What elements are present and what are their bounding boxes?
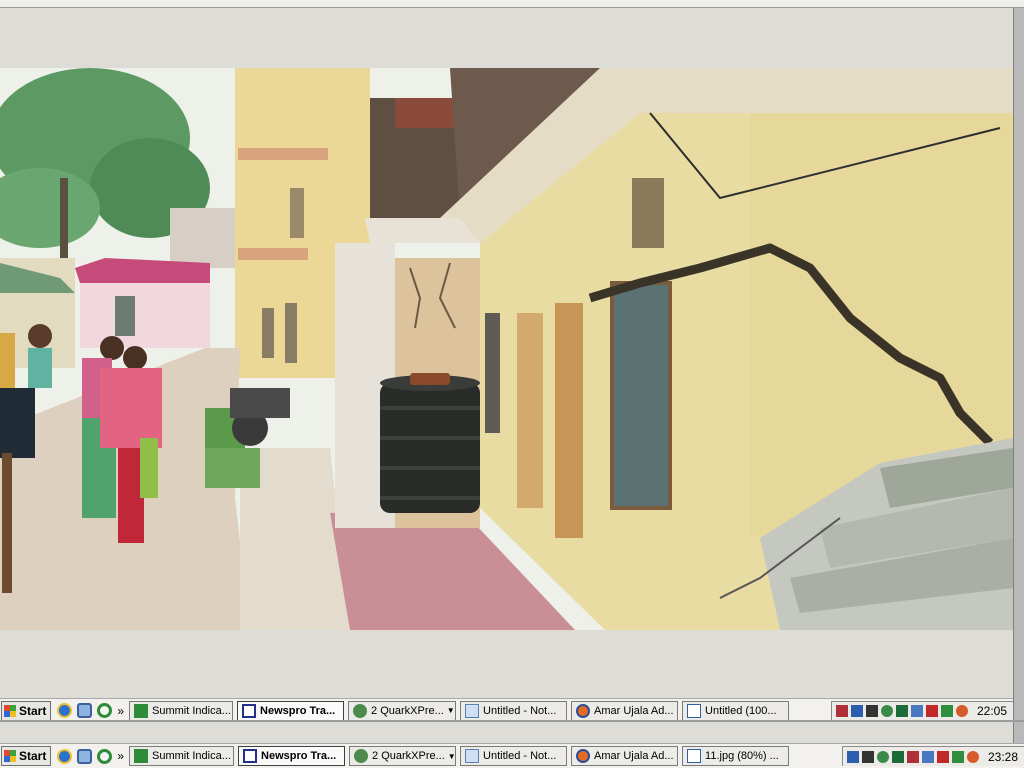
windows-logo-icon [4, 704, 16, 717]
firefox-icon [576, 749, 591, 763]
monitor-icon[interactable] [910, 705, 923, 717]
task-button-amar-ujala[interactable]: Amar Ujala Ad... [571, 700, 679, 721]
task-label: Summit Indica... [152, 704, 231, 717]
font-icon[interactable] [925, 705, 938, 717]
task-label: Newspro Tra... [260, 704, 336, 717]
windows-logo-icon [4, 750, 16, 762]
quick-launch [57, 703, 113, 718]
taskbar-outer: Start » Summit Indica... Newspro Tra... … [0, 743, 1024, 768]
notepad-icon [465, 703, 480, 718]
globe-icon[interactable] [876, 750, 889, 763]
clock[interactable]: 23:28 [988, 750, 1018, 764]
green-e-icon [134, 749, 149, 763]
window-bottom-border [0, 720, 1024, 722]
document-icon [687, 703, 702, 718]
task-button-untitled-document[interactable]: Untitled (100... [682, 700, 790, 721]
task-label: Amar Ujala Ad... [594, 704, 674, 717]
v-icon[interactable] [940, 705, 953, 717]
newspro-icon [243, 749, 258, 763]
network-icon[interactable] [850, 705, 863, 717]
task-label: Untitled - Not... [483, 750, 557, 762]
overflow-chevron[interactable]: » [117, 749, 124, 763]
task-label: Amar Ujala Ad... [594, 750, 674, 762]
dropdown-arrow-icon: ▼ [447, 751, 456, 761]
dropdown-arrow-icon: ▼ [446, 706, 455, 715]
task-label: 2 QuarkXPre... [372, 750, 445, 762]
water-tank [380, 373, 480, 513]
task-label: Summit Indica... [152, 750, 231, 762]
desktop-icon[interactable] [77, 703, 93, 718]
shield-icon[interactable] [906, 750, 919, 763]
settings-icon[interactable] [966, 750, 979, 763]
system-tray: 23:28 [841, 746, 1024, 766]
newspro-icon [242, 703, 257, 718]
task-button-newspro[interactable]: Newspro Tra... [237, 700, 345, 721]
quark-icon [353, 703, 368, 718]
start-label: Start [19, 749, 47, 763]
media-player-icon[interactable] [97, 703, 113, 718]
language-icon[interactable] [861, 750, 874, 763]
task-button-summit[interactable]: Summit Indica... [129, 746, 235, 766]
app-icon[interactable] [891, 750, 904, 763]
shield-icon[interactable] [835, 705, 848, 717]
notepad-icon [465, 749, 480, 763]
task-button-newspro[interactable]: Newspro Tra... [238, 746, 346, 766]
task-button-notepad[interactable]: Untitled - Not... [460, 700, 568, 721]
taskbar-inner: Start » Summit Indica... Newspro Tra... … [0, 698, 1013, 722]
window-right-edge [1013, 8, 1024, 743]
start-button[interactable]: Start [1, 746, 52, 766]
task-label: Untitled (100... [705, 704, 777, 717]
font-icon[interactable] [936, 750, 949, 763]
system-tray: 22:05 [830, 700, 1013, 721]
overflow-chevron[interactable]: » [117, 704, 124, 718]
monitor-icon[interactable] [921, 750, 934, 763]
language-icon[interactable] [865, 705, 878, 717]
document-icon [687, 749, 702, 763]
desktop: Start » Summit Indica... Newspro Tra... … [0, 0, 1024, 768]
media-player-icon[interactable] [97, 748, 113, 764]
ie-icon[interactable] [57, 703, 73, 718]
globe-icon[interactable] [880, 705, 893, 717]
task-button-quarkxpress[interactable]: 2 QuarkXPre... ▼ [348, 700, 457, 721]
task-button-amar-ujala[interactable]: Amar Ujala Ad... [571, 746, 679, 766]
network-icon[interactable] [846, 750, 859, 763]
ie-icon[interactable] [57, 748, 73, 764]
task-label: 2 QuarkXPre... [371, 704, 444, 717]
task-label: Untitled - Not... [483, 704, 557, 717]
firefox-icon [576, 703, 591, 718]
quick-launch [57, 748, 113, 764]
app-icon[interactable] [895, 705, 908, 717]
photo-cracked-house [0, 68, 1013, 630]
start-label: Start [19, 703, 47, 718]
quark-icon [354, 749, 369, 763]
clock[interactable]: 22:05 [977, 704, 1007, 718]
task-button-11-jpg[interactable]: 11.jpg (80%) ... [682, 746, 790, 766]
desktop-icon[interactable] [77, 748, 93, 764]
task-label: Newspro Tra... [261, 750, 337, 762]
green-e-icon [134, 703, 149, 718]
task-label: 11.jpg (80%) ... [705, 750, 779, 762]
window-top-border [0, 0, 1024, 8]
task-button-summit[interactable]: Summit Indica... [129, 700, 234, 721]
v-icon[interactable] [951, 750, 964, 763]
task-button-notepad[interactable]: Untitled - Not... [460, 746, 568, 766]
settings-icon[interactable] [955, 705, 968, 717]
start-button[interactable]: Start [1, 700, 52, 721]
task-button-quarkxpress[interactable]: 2 QuarkXPre... ▼ [349, 746, 457, 766]
